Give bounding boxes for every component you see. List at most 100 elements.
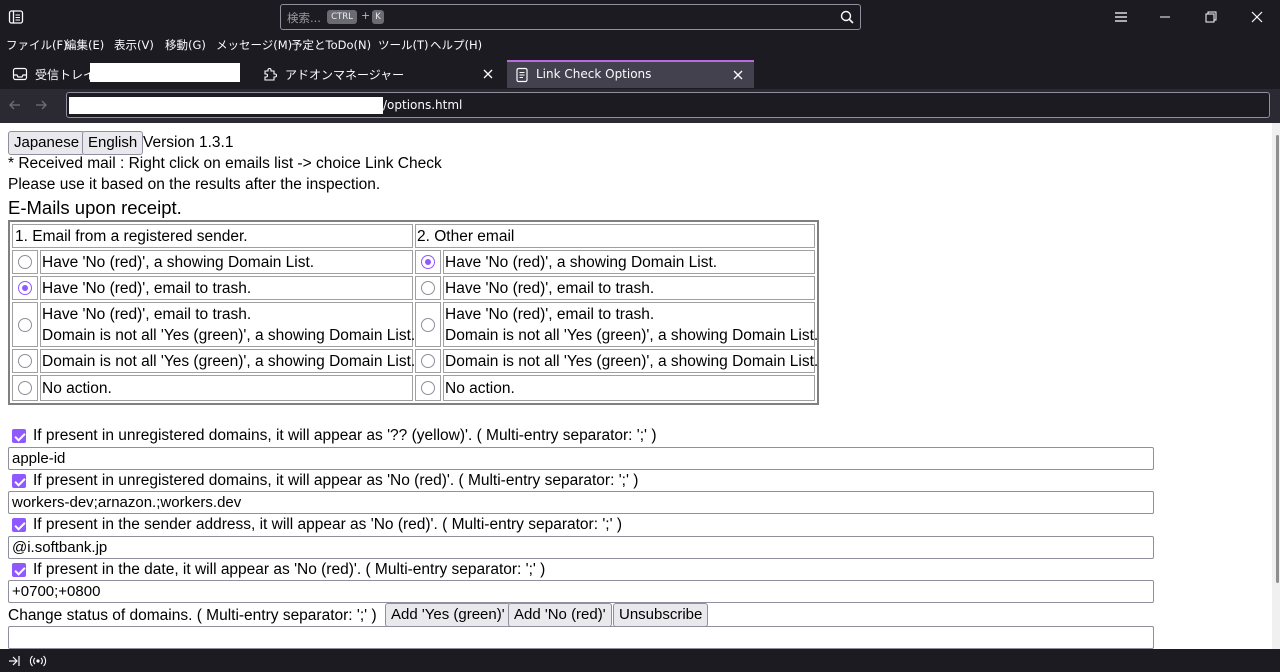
radio-cell xyxy=(12,375,38,401)
search-icon[interactable] xyxy=(840,10,854,24)
close-tab-icon[interactable] xyxy=(481,67,495,81)
close-window-icon[interactable] xyxy=(1248,8,1266,26)
section-heading: E-Mails upon receipt. xyxy=(8,197,182,218)
option-label: Have 'No (red)', a showing Domain List. xyxy=(445,254,718,271)
filter-label: If present in unregistered domains, it w… xyxy=(33,427,657,444)
japanese-button[interactable]: Japanese xyxy=(8,131,86,155)
tab-inbox[interactable]: 受信トレイ - xyxy=(4,60,250,88)
add-yes-button[interactable]: Add 'Yes (green)' xyxy=(385,603,511,627)
global-search-input[interactable]: 検索... CTRL + K xyxy=(280,4,861,30)
puzzle-icon xyxy=(264,68,277,81)
inbox-icon xyxy=(12,67,28,81)
col2-radio-not-all-yes[interactable] xyxy=(421,354,435,368)
filter-label: If present in the date, it will appear a… xyxy=(33,561,546,578)
menu-bar: ファイル(F) 編集(E) 表示(V) 移動(G) メッセージ(M) 予定とTo… xyxy=(0,34,1280,56)
column-header-label: 2. Other email xyxy=(417,228,515,245)
version-text: Version 1.3.1 xyxy=(143,134,234,151)
change-status-input[interactable] xyxy=(8,626,1154,649)
options-page: Japanese English Version 1.3.1 * Receive… xyxy=(0,123,1280,649)
shortcut-key-k: K xyxy=(372,10,384,24)
radio-cell xyxy=(12,276,38,300)
menu-view[interactable]: 表示(V) xyxy=(114,37,154,53)
radio-cell xyxy=(415,302,441,347)
url-text: /options.html xyxy=(383,98,463,112)
minimize-icon[interactable] xyxy=(1156,8,1174,26)
document-icon xyxy=(516,67,528,83)
shortcut-key-ctrl: CTRL xyxy=(327,10,357,24)
menu-message[interactable]: メッセージ(M) xyxy=(216,37,292,53)
back-arrow-icon[interactable] xyxy=(7,97,23,113)
col2-radio-trash-and-show-list[interactable] xyxy=(421,318,435,332)
redacted-region xyxy=(90,63,240,82)
filter-red-unregistered-checkbox[interactable] xyxy=(12,474,26,488)
scrollbar[interactable] xyxy=(1272,123,1280,649)
navigation-bar: /options.html xyxy=(0,89,1280,123)
col2-radio-no-action[interactable] xyxy=(421,381,435,395)
close-tab-icon[interactable] xyxy=(731,68,745,82)
col1-radio-no-action[interactable] xyxy=(18,381,32,395)
menu-events[interactable]: 予定とToDo(N) xyxy=(291,37,371,53)
filter-date-input[interactable]: +0700;+0800 xyxy=(8,580,1154,603)
option-label: Have 'No (red)', a showing Domain List. xyxy=(42,254,315,271)
menu-tools[interactable]: ツール(T) xyxy=(378,37,429,53)
menu-go[interactable]: 移動(G) xyxy=(165,37,206,53)
column-header-other: 2. Other email xyxy=(415,224,815,248)
collapse-pane-icon[interactable] xyxy=(7,654,21,668)
filter-label: If present in the sender address, it wil… xyxy=(33,516,623,533)
english-button[interactable]: English xyxy=(82,131,144,155)
menu-file[interactable]: ファイル(F) xyxy=(6,37,68,53)
option-label: No action. xyxy=(42,380,112,397)
filter-red-unregistered-input[interactable]: workers-dev;arnazon.;workers.dev xyxy=(8,491,1154,514)
col1-radio-trash-and-show-list[interactable] xyxy=(18,318,32,332)
radio-cell xyxy=(415,250,441,274)
status-bar xyxy=(0,649,1280,672)
usage-note: * Received mail : Right click on emails … xyxy=(8,155,442,172)
sidebar-toggle-icon[interactable] xyxy=(8,9,24,25)
col2-radio-show-domain-list[interactable] xyxy=(421,255,435,269)
menu-help[interactable]: ヘルプ(H) xyxy=(430,37,482,53)
scrollbar-thumb[interactable] xyxy=(1276,135,1279,583)
option-cell: Have 'No (red)', a showing Domain List. xyxy=(40,250,413,274)
option-label: Domain is not all 'Yes (green)', a showi… xyxy=(42,353,416,370)
shortcut-plus: + xyxy=(361,9,371,22)
radio-cell xyxy=(12,250,38,274)
filter-yellow-unregistered-checkbox[interactable] xyxy=(12,429,26,443)
tab-label: アドオンマネージャー xyxy=(285,68,405,82)
column-header-label: 1. Email from a registered sender. xyxy=(15,228,248,245)
radio-cell xyxy=(12,349,38,373)
option-label: Domain is not all 'Yes (green)', a showi… xyxy=(445,353,819,370)
search-placeholder: 検索... xyxy=(287,11,321,25)
filter-label: If present in unregistered domains, it w… xyxy=(33,472,639,489)
col1-radio-show-domain-list[interactable] xyxy=(18,255,32,269)
column-header-registered: 1. Email from a registered sender. xyxy=(12,224,413,248)
radio-cell xyxy=(12,302,38,347)
restore-icon[interactable] xyxy=(1202,8,1220,26)
col2-radio-email-to-trash[interactable] xyxy=(421,281,435,295)
tab-label: Link Check Options xyxy=(536,67,652,81)
col1-radio-email-to-trash[interactable] xyxy=(18,281,32,295)
hamburger-menu-icon[interactable] xyxy=(1112,8,1130,26)
add-no-button[interactable]: Add 'No (red)' xyxy=(508,603,612,627)
col1-radio-not-all-yes[interactable] xyxy=(18,354,32,368)
filter-yellow-unregistered-input[interactable]: apple-id xyxy=(8,447,1154,470)
filter-date-checkbox[interactable] xyxy=(12,563,26,577)
menu-edit[interactable]: 編集(E) xyxy=(65,37,104,53)
option-cell: No action. xyxy=(443,375,815,401)
online-status-icon[interactable] xyxy=(29,653,47,669)
unsubscribe-button[interactable]: Unsubscribe xyxy=(613,603,709,627)
forward-arrow-icon[interactable] xyxy=(33,97,49,113)
option-cell: Have 'No (red)', email to trash. Domain … xyxy=(443,302,819,347)
tab-link-check-options[interactable]: Link Check Options xyxy=(507,60,754,88)
filter-sender-address-checkbox[interactable] xyxy=(12,518,26,532)
tab-addon-manager[interactable]: アドオンマネージャー xyxy=(254,60,504,88)
filter-sender-address-input[interactable]: @i.softbank.jp xyxy=(8,536,1154,559)
option-label: Have 'No (red)', email to trash. xyxy=(445,280,655,297)
tab-bar: 受信トレイ - アドオンマネージャー Link Check Options xyxy=(0,56,1280,89)
radio-cell xyxy=(415,349,441,373)
change-status-label: Change status of domains. ( Multi-entry … xyxy=(8,607,377,624)
option-cell: Have 'No (red)', email to trash. Domain … xyxy=(40,302,415,347)
option-cell: Have 'No (red)', email to trash. xyxy=(443,276,815,300)
option-label-line2: Domain is not all 'Yes (green)', a showi… xyxy=(445,327,819,344)
url-field[interactable]: /options.html xyxy=(66,92,1270,118)
option-cell: Domain is not all 'Yes (green)', a showi… xyxy=(40,349,416,373)
